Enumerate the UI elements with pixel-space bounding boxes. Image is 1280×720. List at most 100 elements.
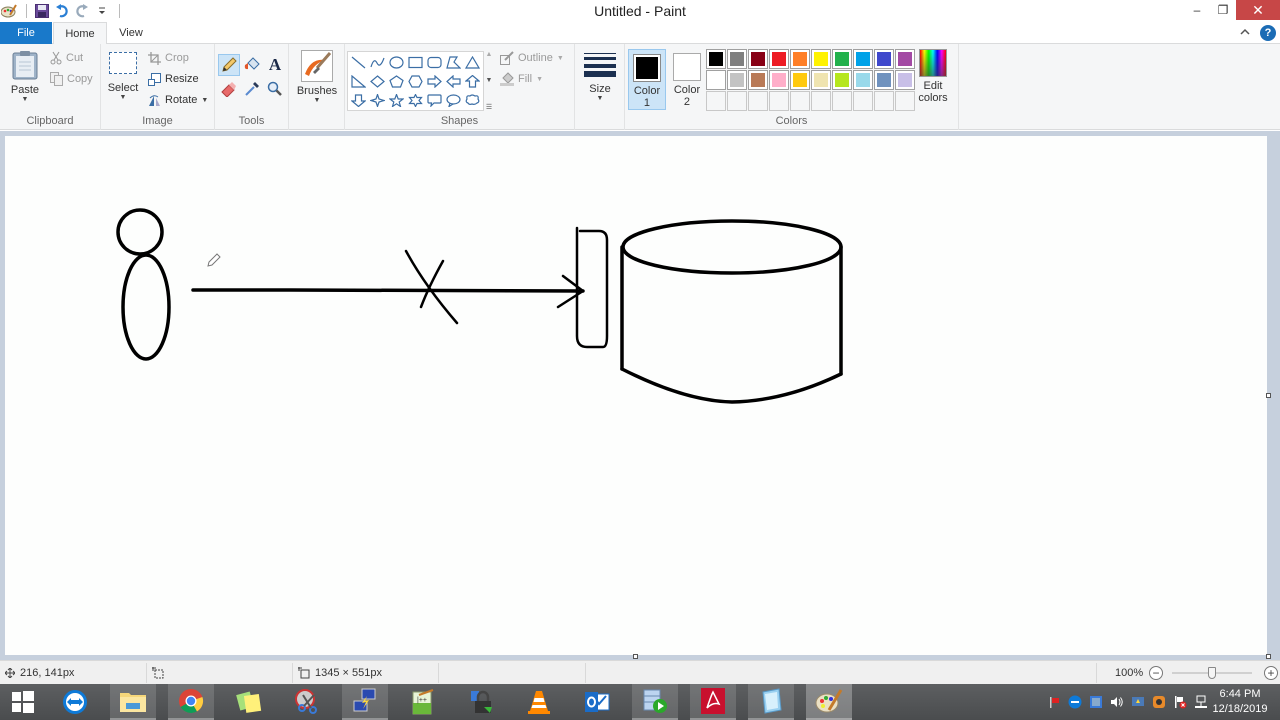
brushes-button[interactable]: Brushes ▼ (297, 50, 337, 104)
palette-color-swatch[interactable] (811, 70, 831, 90)
taskbar-sticky-notes[interactable] (226, 684, 272, 720)
copy-button[interactable]: Copy (50, 69, 93, 89)
shapes-scrollbar[interactable]: ▲ ▼ ☰ (484, 51, 494, 111)
zoom-in-button[interactable]: + (1264, 666, 1278, 680)
shape-four-point-star[interactable] (368, 91, 387, 110)
resize-handle-right[interactable] (1266, 393, 1271, 398)
shape-oval[interactable] (387, 53, 406, 72)
expand-gallery-icon[interactable]: ☰ (486, 103, 492, 111)
tab-view[interactable]: View (108, 22, 154, 44)
paste-button[interactable]: Paste ▼ (8, 50, 42, 103)
zoom-slider[interactable] (1172, 667, 1252, 679)
teamviewer-tray-icon[interactable] (1068, 695, 1082, 709)
zoom-slider-thumb[interactable] (1208, 667, 1216, 679)
rotate-button[interactable]: Rotate ▼ (148, 90, 208, 110)
palette-color-swatch[interactable] (832, 70, 852, 90)
palette-custom-slot[interactable] (706, 91, 726, 111)
network-icon[interactable] (1194, 695, 1208, 709)
color1-button[interactable]: Color 1 (628, 49, 666, 110)
shape-up-arrow[interactable] (463, 72, 482, 91)
pencil-tool[interactable] (218, 54, 240, 76)
resize-handle-corner[interactable] (1266, 654, 1271, 659)
taskbar-security-app[interactable] (458, 684, 504, 720)
shape-triangle[interactable] (463, 53, 482, 72)
taskbar-adobe-acrobat[interactable] (690, 684, 736, 720)
shape-oval-callout[interactable] (444, 91, 463, 110)
palette-custom-slot[interactable] (874, 91, 894, 111)
minimize-button[interactable]: – (1184, 0, 1210, 20)
cut-button[interactable]: Cut (50, 48, 83, 68)
palette-color-swatch[interactable] (706, 49, 726, 69)
taskbar-teamviewer[interactable] (52, 684, 98, 720)
size-button[interactable]: Size ▼ (581, 51, 619, 102)
shape-curve[interactable] (368, 53, 387, 72)
taskbar-snipping-tool[interactable] (284, 684, 330, 720)
crop-button[interactable]: Crop (148, 48, 189, 68)
eraser-tool[interactable] (218, 78, 240, 100)
palette-color-swatch[interactable] (853, 49, 873, 69)
text-tool[interactable]: A (264, 54, 286, 76)
start-button[interactable] (0, 684, 46, 720)
shape-cloud-callout[interactable] (463, 91, 482, 110)
palette-color-swatch[interactable] (874, 70, 894, 90)
shape-five-point-star[interactable] (387, 91, 406, 110)
shape-hexagon[interactable] (406, 72, 425, 91)
palette-color-swatch[interactable] (769, 70, 789, 90)
palette-color-swatch[interactable] (706, 70, 726, 90)
shape-six-point-star[interactable] (406, 91, 425, 110)
shape-down-arrow[interactable] (349, 91, 368, 110)
taskbar-media-player[interactable] (632, 684, 678, 720)
shape-rectangle[interactable] (406, 53, 425, 72)
palette-custom-slot[interactable] (790, 91, 810, 111)
exchange-tray-icon[interactable] (1089, 695, 1103, 709)
flag-tray-icon[interactable] (1047, 695, 1061, 709)
shape-rounded-callout[interactable] (425, 91, 444, 110)
edit-colors-button[interactable]: Edit colors (916, 49, 950, 104)
taskbar-outlook[interactable] (574, 684, 620, 720)
network-app-tray-icon[interactable] (1131, 695, 1145, 709)
palette-custom-slot[interactable] (811, 91, 831, 111)
palette-color-swatch[interactable] (895, 70, 915, 90)
minimize-ribbon-icon[interactable] (1240, 27, 1250, 39)
palette-color-swatch[interactable] (874, 49, 894, 69)
shape-rounded-rectangle[interactable] (425, 53, 444, 72)
shape-left-arrow[interactable] (444, 72, 463, 91)
taskbar-notepad-plus-plus[interactable]: |++ (400, 684, 446, 720)
taskbar-file-explorer[interactable] (110, 684, 156, 720)
palette-custom-slot[interactable] (769, 91, 789, 111)
taskbar-paint[interactable] (806, 684, 852, 720)
drawing-canvas[interactable] (5, 136, 1271, 659)
palette-color-swatch[interactable] (727, 70, 747, 90)
palette-custom-slot[interactable] (895, 91, 915, 111)
palette-color-swatch[interactable] (811, 49, 831, 69)
palette-custom-slot[interactable] (748, 91, 768, 111)
palette-color-swatch[interactable] (895, 49, 915, 69)
help-icon[interactable]: ? (1260, 25, 1276, 41)
color2-button[interactable]: Color 2 (670, 49, 704, 110)
palette-color-swatch[interactable] (790, 49, 810, 69)
shape-line[interactable] (349, 53, 368, 72)
taskbar-notepad[interactable] (748, 684, 794, 720)
palette-color-swatch[interactable] (769, 49, 789, 69)
scroll-down-icon[interactable]: ▼ (486, 77, 493, 84)
shape-polygon[interactable] (444, 53, 463, 72)
palette-color-swatch[interactable] (748, 49, 768, 69)
outline-button[interactable]: Outline ▼ (500, 48, 564, 68)
close-button[interactable]: ✕ (1236, 0, 1280, 20)
shape-right-triangle[interactable] (349, 72, 368, 91)
palette-custom-slot[interactable] (853, 91, 873, 111)
palette-color-swatch[interactable] (853, 70, 873, 90)
resize-button[interactable]: Resize (148, 69, 199, 89)
shape-diamond[interactable] (368, 72, 387, 91)
palette-color-swatch[interactable] (832, 49, 852, 69)
app-tray-icon[interactable] (1152, 695, 1166, 709)
palette-custom-slot[interactable] (727, 91, 747, 111)
fill-tool[interactable] (241, 54, 263, 76)
shape-right-arrow[interactable] (425, 72, 444, 91)
zoom-out-button[interactable]: − (1149, 666, 1163, 680)
magnifier-tool[interactable] (264, 78, 286, 100)
resize-handle-bottom[interactable] (633, 654, 638, 659)
tab-file[interactable]: File (0, 22, 52, 44)
taskbar-remote-desktop[interactable] (342, 684, 388, 720)
volume-icon[interactable] (1110, 695, 1124, 709)
